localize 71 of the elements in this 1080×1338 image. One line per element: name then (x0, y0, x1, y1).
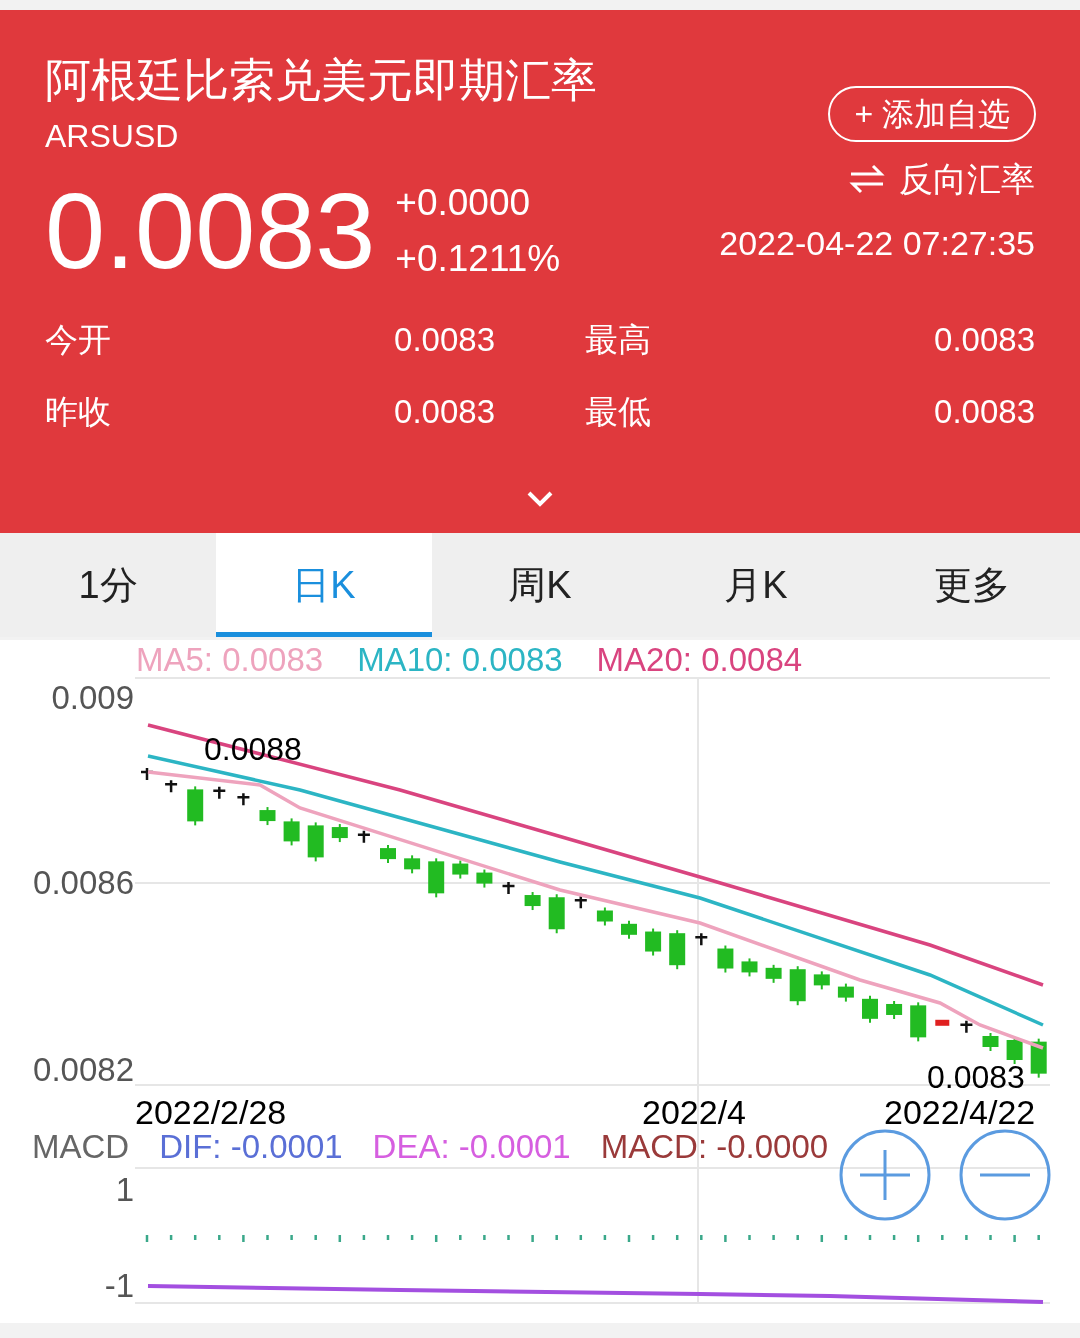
axis-label: 1 (114, 1170, 134, 1210)
moving-average-legend: MA5: 0.0083 (136, 640, 324, 680)
moving-average-legend: MA10: 0.0083 (357, 640, 563, 680)
timestamp: 2022-04-22 07:27:35 (719, 223, 1035, 264)
candlestick (621, 919, 637, 940)
candlestick (959, 1019, 974, 1034)
candlestick (694, 931, 709, 947)
candlestick (789, 965, 806, 1007)
candlestick (886, 999, 903, 1020)
candlestick (212, 785, 227, 800)
add-watchlist-button[interactable]: + 添加自选 (828, 86, 1036, 142)
page-title: 阿根廷比索兑美元即期汇率 (45, 53, 597, 108)
stat-value: 0.0083 (934, 320, 1035, 360)
candlestick (452, 859, 469, 880)
candlestick (717, 944, 734, 974)
stat-value: 0.0083 (394, 320, 495, 360)
candlestick (1030, 1037, 1047, 1079)
stat-label: 最高 (585, 320, 651, 360)
period-tab[interactable]: 周K (432, 533, 648, 637)
candlestick (935, 1019, 950, 1026)
candlestick (596, 906, 613, 927)
change-percent: +0.1211% (395, 237, 561, 281)
swap-icon (849, 164, 885, 194)
candlestick (380, 844, 396, 865)
axis-label: -1 (103, 1266, 134, 1306)
candlestick (573, 895, 589, 910)
candlestick (910, 1001, 927, 1043)
candlestick (741, 957, 758, 978)
candlestick (307, 821, 324, 863)
axis-label: 0.0082 (32, 1050, 134, 1090)
stat-value: 0.0083 (394, 392, 495, 432)
candlestick (548, 893, 565, 935)
change-value: +0.0000 (395, 181, 532, 225)
stat-label: 昨收 (45, 392, 111, 432)
candlestick (163, 778, 179, 794)
candlestick (331, 823, 348, 844)
candlestick (187, 785, 204, 827)
period-tab[interactable]: 月K (648, 533, 864, 637)
period-tab[interactable]: 1分 (0, 533, 216, 637)
candlestick (501, 880, 516, 896)
period-tab[interactable]: 更多 (864, 533, 1080, 637)
candlestick (428, 857, 445, 899)
reverse-rate-link[interactable]: 反向汇率 (849, 156, 1035, 202)
moving-average-legend: MA20: 0.0084 (596, 640, 803, 680)
candlestick (765, 963, 782, 984)
candlestick (862, 994, 878, 1024)
axis-label: 0.009 (50, 678, 134, 718)
candlestick (236, 791, 251, 807)
candlestick (837, 982, 854, 1003)
symbol-code: ARSUSD (45, 117, 179, 156)
macd-label: MACD (32, 1127, 130, 1167)
candlestick (356, 829, 372, 845)
macd-legend: DEA: -0.0001 (372, 1127, 571, 1167)
candlestick (524, 891, 541, 912)
candlestick (982, 1032, 999, 1052)
candlestick (283, 817, 300, 847)
candlestick (404, 854, 421, 875)
stat-label: 今开 (45, 320, 111, 360)
expand-chevron-icon[interactable] (526, 490, 554, 508)
stat-label: 最低 (585, 392, 651, 432)
stat-value: 0.0083 (934, 392, 1035, 432)
axis-label: 0.0086 (32, 863, 134, 903)
candlestick (669, 929, 686, 971)
zoom-out-button[interactable] (959, 1129, 1051, 1221)
price-value: 0.0083 (45, 176, 376, 286)
candlestick (259, 806, 276, 827)
candlestick (645, 927, 662, 957)
candlestick (813, 970, 830, 991)
candlestick (1006, 1036, 1023, 1065)
candlestick (476, 868, 493, 889)
zoom-in-button[interactable] (839, 1129, 931, 1221)
